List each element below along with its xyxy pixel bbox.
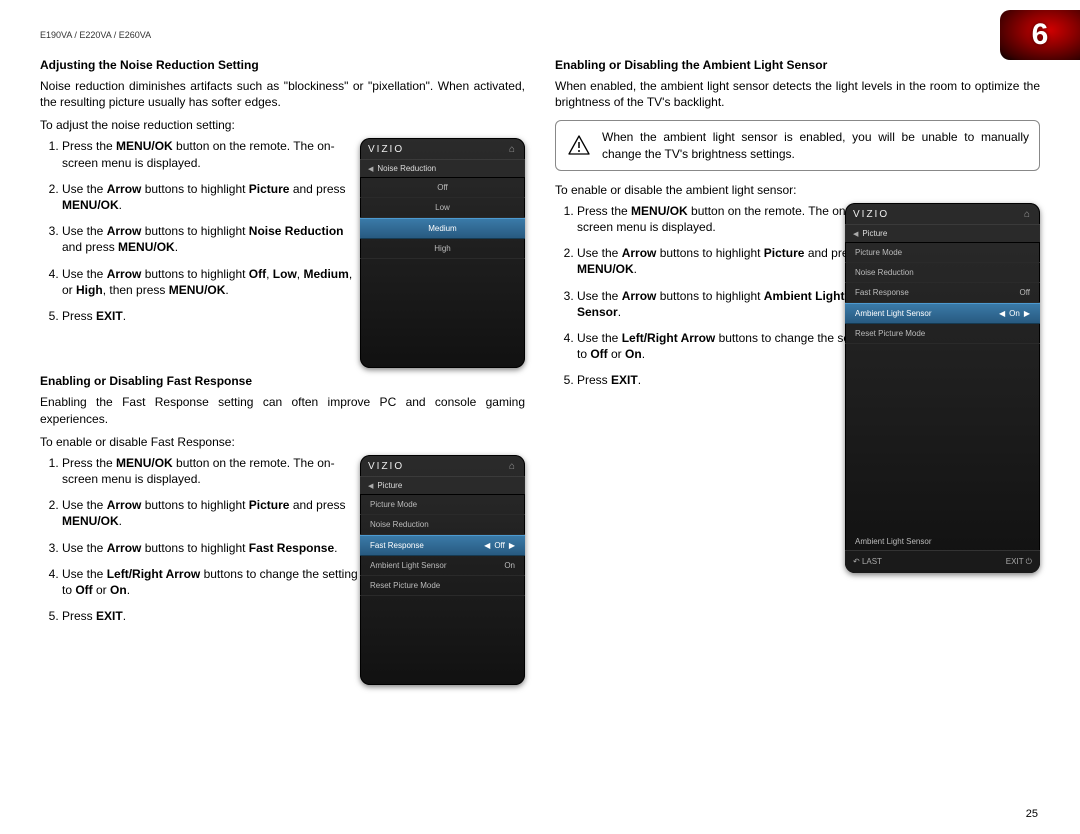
chevron-left-icon: ◀ bbox=[484, 541, 490, 550]
step-item: Use the Arrow buttons to highlight Pictu… bbox=[62, 497, 362, 529]
menu-row: Picture Mode bbox=[845, 243, 1040, 263]
chapter-tab: 6 bbox=[1000, 10, 1080, 60]
section-title: Enabling or Disabling Fast Response bbox=[40, 374, 525, 388]
menu-row-selected: Ambient Light Sensor◀On▶ bbox=[845, 303, 1040, 324]
menu-row: Picture Mode bbox=[360, 495, 525, 515]
step-item: Press EXIT. bbox=[62, 308, 362, 324]
note-box: When the ambient light sensor is enabled… bbox=[555, 120, 1040, 170]
device-breadcrumb: Picture bbox=[845, 224, 1040, 243]
right-column: Enabling or Disabling the Ambient Light … bbox=[555, 54, 1040, 687]
home-icon bbox=[509, 144, 517, 155]
menu-row: Ambient Light SensorOn bbox=[360, 556, 525, 576]
warning-icon bbox=[566, 134, 592, 158]
step-item: Use the Left/Right Arrow buttons to chan… bbox=[62, 566, 362, 598]
device-screenshot-noise-reduction: VIZIO Noise Reduction Off Low Medium Hig… bbox=[360, 138, 525, 368]
step-item: Press the MENU/OK button on the remote. … bbox=[577, 203, 877, 235]
menu-row: Noise Reduction bbox=[845, 263, 1040, 283]
home-icon bbox=[509, 461, 517, 472]
device-breadcrumb: Noise Reduction bbox=[360, 159, 525, 178]
step-item: Press the MENU/OK button on the remote. … bbox=[62, 455, 362, 487]
body-text: Noise reduction diminishes artifacts suc… bbox=[40, 78, 525, 110]
step-item: Press EXIT. bbox=[577, 372, 877, 388]
menu-option: High bbox=[360, 239, 525, 259]
device-breadcrumb: Picture bbox=[360, 476, 525, 495]
device-screenshot-ambient-light: VIZIO Picture Picture Mode Noise Reducti… bbox=[845, 203, 1040, 573]
menu-row: Reset Picture Mode bbox=[360, 576, 525, 596]
step-item: Press EXIT. bbox=[62, 608, 362, 624]
menu-row: Reset Picture Mode bbox=[845, 324, 1040, 344]
step-item: Use the Arrow buttons to highlight Pictu… bbox=[577, 245, 877, 277]
body-text: When enabled, the ambient light sensor d… bbox=[555, 78, 1040, 110]
chapter-number: 6 bbox=[1032, 18, 1049, 52]
last-button-label: LAST bbox=[853, 557, 882, 567]
step-item: Use the Arrow buttons to highlight Ambie… bbox=[577, 288, 877, 320]
device-brand: VIZIO bbox=[368, 144, 404, 155]
step-item: Use the Arrow buttons to highlight Fast … bbox=[62, 540, 362, 556]
page-number: 25 bbox=[1026, 808, 1038, 820]
menu-row-selected: Fast Response◀Off▶ bbox=[360, 535, 525, 556]
chevron-right-icon: ▶ bbox=[509, 541, 515, 550]
device-brand: VIZIO bbox=[368, 461, 404, 472]
step-item: Use the Left/Right Arrow buttons to chan… bbox=[577, 330, 877, 362]
menu-row: Noise Reduction bbox=[360, 515, 525, 535]
home-icon bbox=[1024, 209, 1032, 220]
menu-option: Low bbox=[360, 198, 525, 218]
step-item: Use the Arrow buttons to highlight Off, … bbox=[62, 266, 362, 298]
lead-in: To adjust the noise reduction setting: bbox=[40, 118, 525, 132]
model-line: E190VA / E220VA / E260VA bbox=[40, 30, 1040, 40]
left-column: Adjusting the Noise Reduction Setting No… bbox=[40, 54, 525, 687]
lead-in: To enable or disable the ambient light s… bbox=[555, 183, 1040, 197]
step-item: Press the MENU/OK button on the remote. … bbox=[62, 138, 362, 170]
menu-row: Fast ResponseOff bbox=[845, 283, 1040, 303]
exit-button-label: EXIT bbox=[1006, 557, 1032, 567]
chevron-left-icon: ◀ bbox=[999, 309, 1005, 318]
menu-option-selected: Medium bbox=[360, 218, 525, 239]
section-title: Enabling or Disabling the Ambient Light … bbox=[555, 58, 1040, 72]
chevron-right-icon: ▶ bbox=[1024, 309, 1030, 318]
device-screenshot-fast-response: VIZIO Picture Picture Mode Noise Reducti… bbox=[360, 455, 525, 685]
section-title: Adjusting the Noise Reduction Setting bbox=[40, 58, 525, 72]
step-item: Use the Arrow buttons to highlight Pictu… bbox=[62, 181, 362, 213]
device-description: Ambient Light Sensor bbox=[845, 533, 1040, 550]
menu-option: Off bbox=[360, 178, 525, 198]
device-brand: VIZIO bbox=[853, 209, 889, 220]
step-item: Use the Arrow buttons to highlight Noise… bbox=[62, 223, 362, 255]
body-text: Enabling the Fast Response setting can o… bbox=[40, 394, 525, 426]
lead-in: To enable or disable Fast Response: bbox=[40, 435, 525, 449]
note-text: When the ambient light sensor is enabled… bbox=[602, 130, 1029, 160]
